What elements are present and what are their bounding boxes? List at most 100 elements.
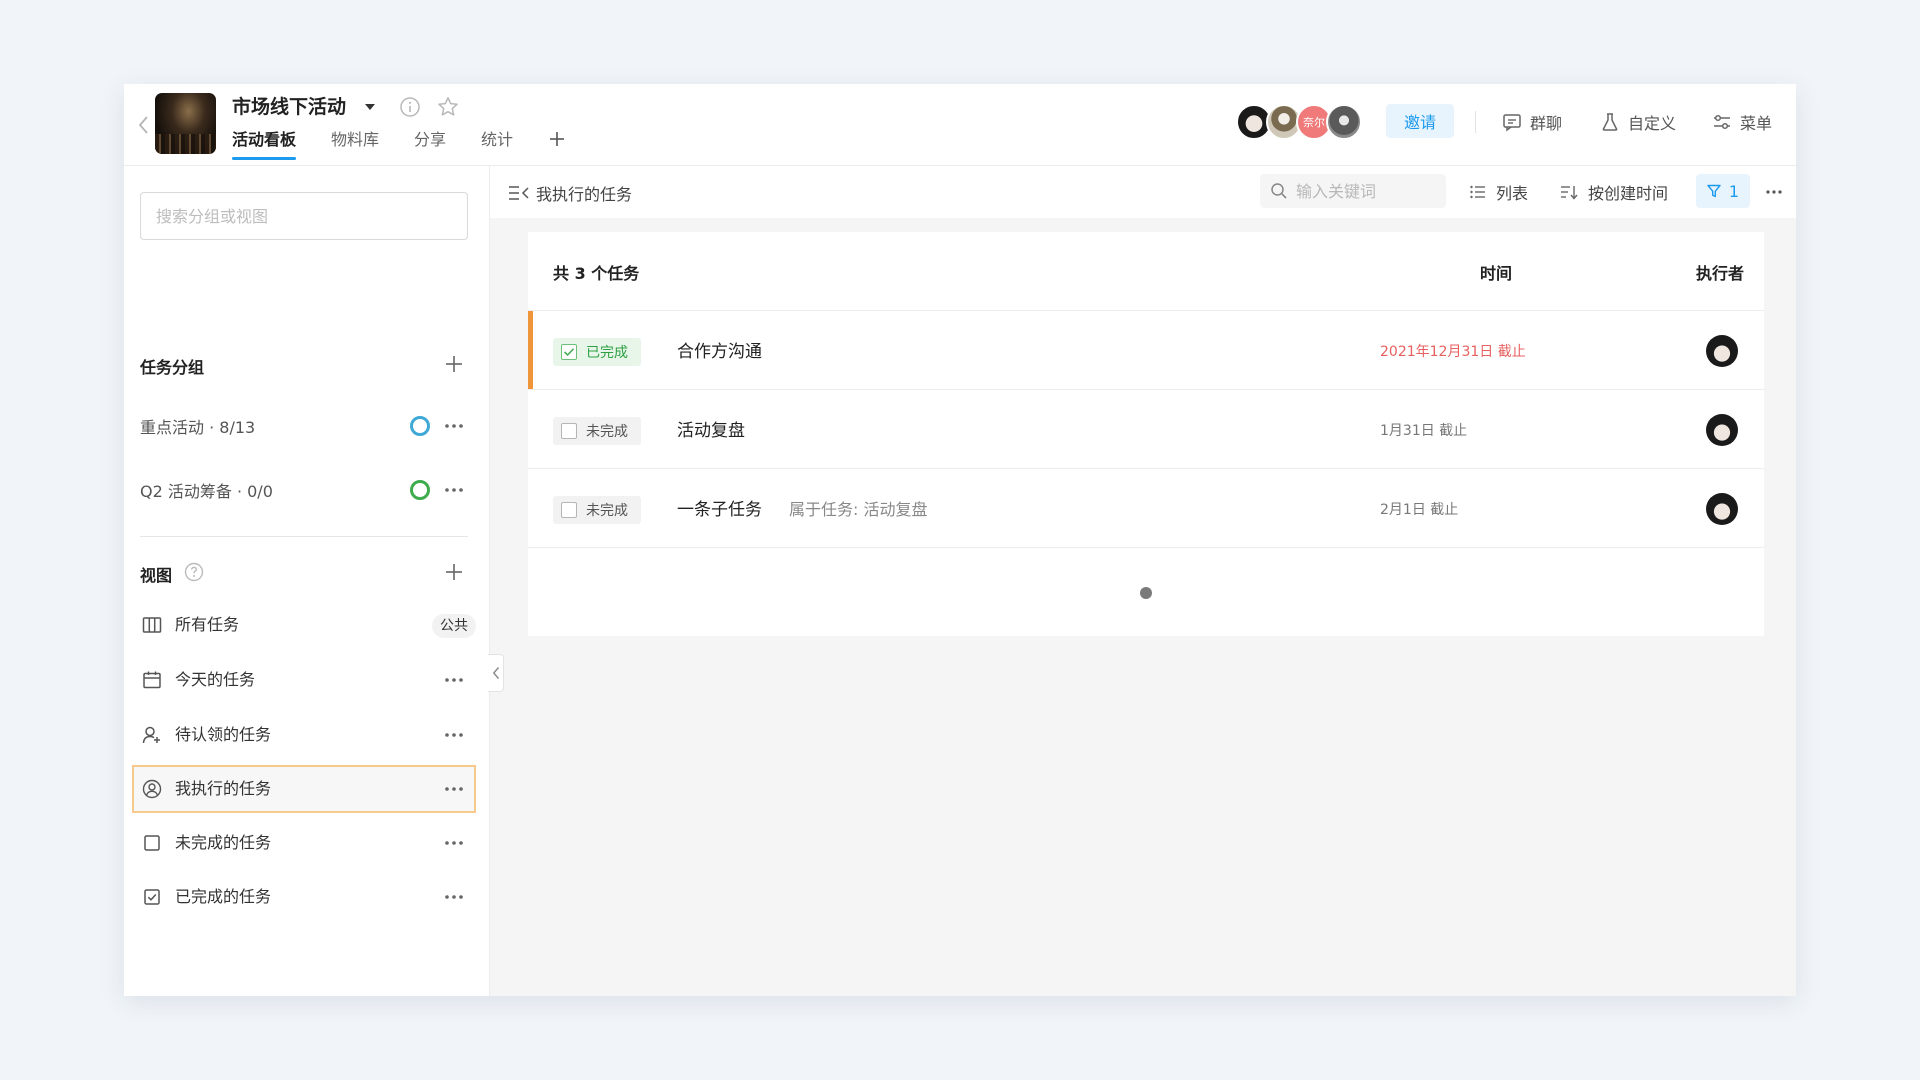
more-options-button[interactable] xyxy=(442,723,466,747)
checkbox-checked-icon xyxy=(561,344,577,360)
plus-icon xyxy=(446,356,462,372)
filter-count: 1 xyxy=(1728,181,1740,201)
back-button[interactable] xyxy=(132,110,154,140)
columns-icon xyxy=(142,615,162,635)
checkbox-icon xyxy=(561,423,577,439)
filter-icon xyxy=(1707,184,1721,198)
column-header-executor[interactable]: 执行者 xyxy=(1696,260,1744,284)
task-status-toggle[interactable]: 未完成 xyxy=(553,496,641,524)
group-chat-button[interactable]: 群聊 xyxy=(1502,110,1562,134)
column-header-time[interactable]: 时间 xyxy=(1480,260,1512,284)
task-list-header: 共 3 个任务 时间 执行者 xyxy=(528,232,1764,311)
task-due-date[interactable]: 2月1日 截止 xyxy=(1380,500,1458,520)
more-options-button[interactable] xyxy=(442,885,466,909)
task-title[interactable]: 一条子任务 xyxy=(677,499,762,521)
menu-button[interactable]: 菜单 xyxy=(1712,110,1772,134)
help-icon[interactable] xyxy=(184,562,204,582)
header-divider xyxy=(1475,111,1476,133)
menu-label: 菜单 xyxy=(1740,114,1773,133)
task-status-label: 已完成 xyxy=(586,345,628,361)
task-list-card: 共 3 个任务 时间 执行者 已完成 合作方沟通 2021年12月31日 截止 xyxy=(528,232,1764,636)
user-circle-icon xyxy=(142,779,162,799)
more-options-button[interactable] xyxy=(442,777,466,801)
flask-icon xyxy=(1602,113,1618,131)
plus-icon xyxy=(446,564,462,580)
view-item-incomplete[interactable]: 未完成的任务 xyxy=(132,820,476,866)
keyword-search[interactable] xyxy=(1260,174,1446,208)
customize-label: 自定义 xyxy=(1628,114,1677,133)
sort-button[interactable]: 按创建时间 xyxy=(1560,180,1668,204)
executor-avatar[interactable] xyxy=(1706,493,1738,525)
invite-button[interactable]: 邀请 xyxy=(1386,104,1454,138)
more-options-button[interactable] xyxy=(442,414,466,438)
tab-materials[interactable]: 物料库 xyxy=(331,130,379,160)
view-item-label: 我执行的任务 xyxy=(175,779,272,798)
task-due-date[interactable]: 2021年12月31日 截止 xyxy=(1380,342,1526,362)
sidebar-collapse-handle[interactable] xyxy=(488,654,504,692)
more-options-button[interactable] xyxy=(442,668,466,692)
sliders-icon xyxy=(1714,114,1730,130)
group-view-search-input[interactable] xyxy=(140,192,468,240)
member-avatar[interactable] xyxy=(1326,104,1362,140)
view-item-completed[interactable]: 已完成的任务 xyxy=(132,874,476,920)
task-status-label: 未完成 xyxy=(586,503,628,519)
sort-icon xyxy=(1561,186,1578,200)
collapse-menu-icon xyxy=(509,186,529,200)
task-title[interactable]: 活动复盘 xyxy=(677,420,745,442)
add-view-button[interactable] xyxy=(442,560,466,584)
chevron-left-icon xyxy=(492,667,499,679)
tab-activity-board[interactable]: 活动看板 xyxy=(232,130,297,160)
group-item-key-events[interactable]: 重点活动 · 8/13 xyxy=(140,408,470,444)
task-row[interactable]: 未完成 一条子任务 属于任务: 活动复盘 2月1日 截止 xyxy=(528,469,1764,548)
add-tab-button[interactable] xyxy=(548,130,566,160)
task-due-date[interactable]: 1月31日 截止 xyxy=(1380,421,1467,441)
task-status-toggle[interactable]: 已完成 xyxy=(553,338,641,366)
list-view-button[interactable]: 列表 xyxy=(1470,180,1528,204)
ellipsis-icon xyxy=(445,787,463,791)
project-cover-image[interactable] xyxy=(155,93,216,154)
chevron-left-icon xyxy=(138,116,148,134)
view-toolbar: 我执行的任务 列表 按创建时间 1 xyxy=(490,166,1796,218)
view-item-my-tasks[interactable]: 我执行的任务 xyxy=(132,765,476,813)
project-tabs: 活动看板 物料库 分享 统计 xyxy=(232,130,566,160)
keyword-search-input[interactable] xyxy=(1296,181,1436,201)
view-item-unclaimed[interactable]: 待认领的任务 xyxy=(132,712,476,758)
task-row[interactable]: 未完成 活动复盘 1月31日 截止 xyxy=(528,390,1764,469)
task-title[interactable]: 合作方沟通 xyxy=(677,341,762,363)
task-status-toggle[interactable]: 未完成 xyxy=(553,417,641,445)
customize-button[interactable]: 自定义 xyxy=(1600,110,1676,134)
group-item-q2-prep[interactable]: Q2 活动筹备 · 0/0 xyxy=(140,472,470,508)
add-group-button[interactable] xyxy=(442,352,466,376)
filter-button[interactable]: 1 xyxy=(1696,174,1750,208)
parent-task-reference[interactable]: 属于任务: 活动复盘 xyxy=(789,499,927,521)
more-options-button[interactable] xyxy=(442,831,466,855)
main-panel: 我执行的任务 列表 按创建时间 1 xyxy=(488,166,1796,996)
info-icon[interactable] xyxy=(399,96,421,118)
task-groups-title: 任务分组 xyxy=(140,358,205,377)
plus-icon xyxy=(550,132,565,146)
executor-avatar[interactable] xyxy=(1706,335,1738,367)
star-icon[interactable] xyxy=(436,95,460,119)
executor-avatar[interactable] xyxy=(1706,414,1738,446)
view-title-toggle[interactable]: 我执行的任务 xyxy=(508,181,632,205)
more-options-button[interactable] xyxy=(442,478,466,502)
view-item-today[interactable]: 今天的任务 xyxy=(132,657,476,703)
sort-label: 按创建时间 xyxy=(1588,184,1669,203)
view-item-all-tasks[interactable]: 所有任务 公共 xyxy=(132,602,476,648)
sidebar: 任务分组 重点活动 · 8/13 Q2 活动筹备 · 0/0 视图 xyxy=(124,166,490,996)
task-count: 共 3 个任务 xyxy=(553,264,640,283)
toolbar-more-button[interactable] xyxy=(1762,180,1786,204)
list-view-label: 列表 xyxy=(1496,184,1529,203)
group-item-label: Q2 活动筹备 · 0/0 xyxy=(140,482,273,501)
ellipsis-icon xyxy=(445,678,463,682)
ellipsis-icon xyxy=(445,895,463,899)
tab-share[interactable]: 分享 xyxy=(414,130,446,160)
ellipsis-icon xyxy=(445,841,463,845)
caret-down-icon[interactable] xyxy=(361,98,379,116)
tab-statistics[interactable]: 统计 xyxy=(481,130,513,160)
task-row[interactable]: 已完成 合作方沟通 2021年12月31日 截止 xyxy=(528,311,1764,390)
member-avatars[interactable]: 奈尔 xyxy=(1236,104,1362,144)
loading-indicator xyxy=(1140,587,1152,599)
project-title[interactable]: 市场线下活动 xyxy=(232,94,346,120)
checkbox-icon xyxy=(561,502,577,518)
